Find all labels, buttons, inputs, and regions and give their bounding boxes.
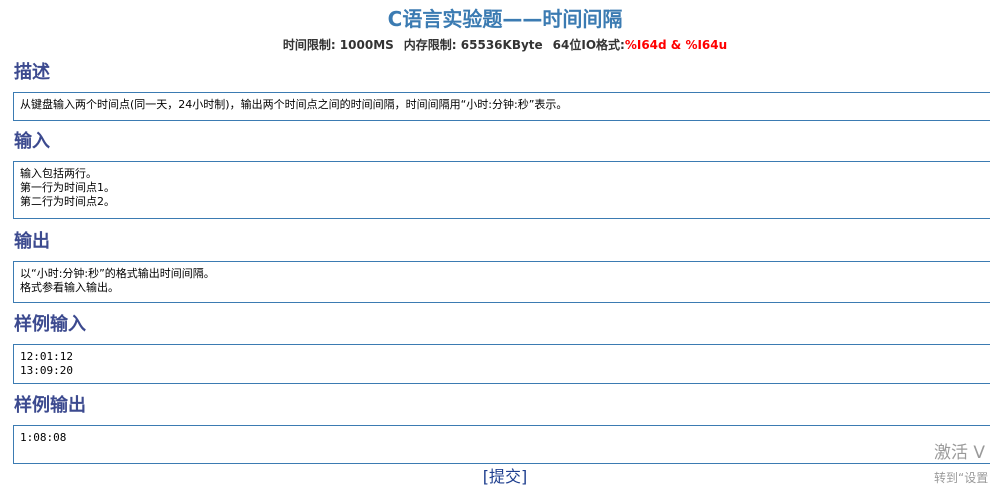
input-text-line: 输入包括两行。: [20, 167, 97, 180]
io-format-value: %I64d & %I64u: [624, 38, 728, 52]
output-heading: 输出: [14, 231, 50, 252]
sample-output-box: 1:08:08: [13, 425, 990, 464]
description-heading: 描述: [14, 62, 50, 83]
io-format-label: 64位IO格式:: [552, 38, 625, 52]
input-heading: 输入: [14, 131, 50, 152]
sample-input-box: 12:01:12 13:09:20: [13, 344, 990, 384]
output-text-line: 以“小时:分钟:秒”的格式输出时间间隔。: [20, 267, 215, 280]
sample-input-heading: 样例输入: [14, 314, 86, 335]
input-text-line: 第二行为时间点2。: [20, 195, 115, 208]
input-text-line: 第一行为时间点1。: [20, 181, 115, 194]
submit-link[interactable]: 提交: [489, 467, 521, 486]
output-box: 以“小时:分钟:秒”的格式输出时间间隔。 格式参看输入输出。: [13, 261, 990, 303]
memory-limit: 内存限制: 65536KByte: [403, 38, 543, 52]
sample-input-line: 12:01:12: [20, 350, 73, 363]
description-text: 从键盘输入两个时间点(同一天，24小时制)，输出两个时间点之间的时间间隔，时间间…: [20, 98, 568, 111]
submit-area: [提交]: [0, 466, 990, 488]
problem-limits: 时间限制: 1000MS 内存限制: 65536KByte 64位IO格式:%I64…: [0, 37, 990, 53]
activation-watermark-subtitle: 转到“设置: [934, 471, 989, 485]
input-box: 输入包括两行。 第一行为时间点1。 第二行为时间点2。: [13, 161, 990, 219]
description-box: 从键盘输入两个时间点(同一天，24小时制)，输出两个时间点之间的时间间隔，时间间…: [13, 92, 990, 121]
time-limit: 时间限制: 1000MS: [282, 38, 394, 52]
activation-watermark-title: 激活 V: [934, 443, 986, 463]
page-title: C语言实验题——时间间隔: [387, 7, 623, 31]
sample-output-line: 1:08:08: [20, 431, 67, 444]
submit-close-bracket: ]: [521, 467, 528, 486]
sample-input-line: 13:09:20: [20, 364, 73, 377]
output-text-line: 格式参看输入输出。: [20, 281, 119, 294]
sample-output-heading: 样例输出: [14, 395, 86, 416]
